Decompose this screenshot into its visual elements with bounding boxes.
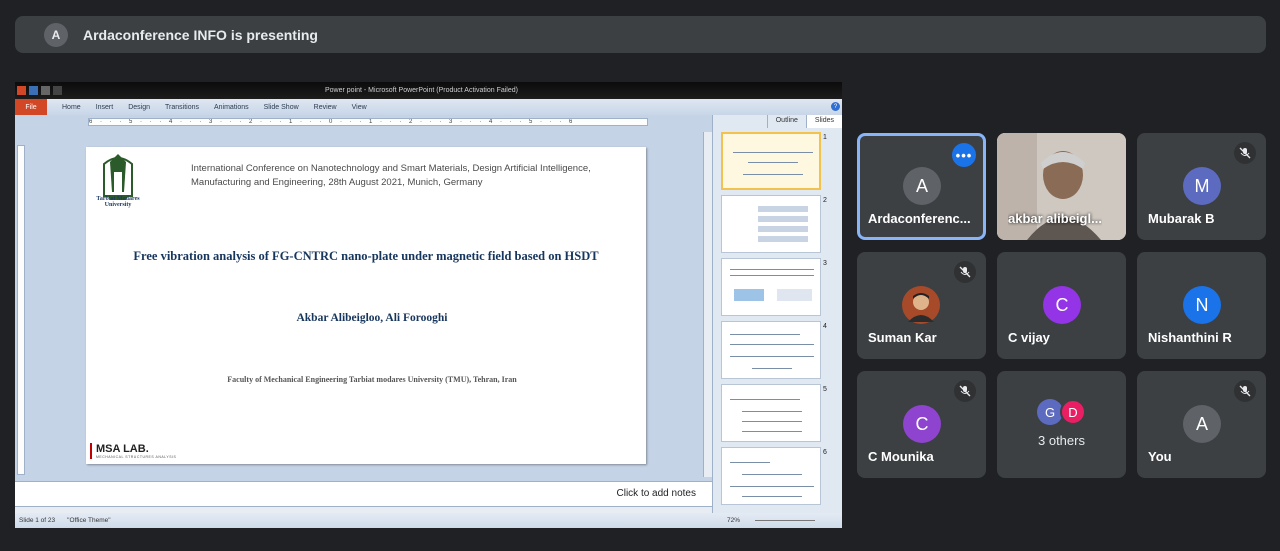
presenting-banner: A Ardaconference INFO is presenting <box>15 16 1266 53</box>
mic-off-icon <box>954 261 976 283</box>
horizontal-ruler: 6 · · · 5 · · · 4 · · · 3 · · · 2 · · · … <box>88 118 648 126</box>
ribbon-tab-design[interactable]: Design <box>128 104 150 111</box>
avatar: D <box>1060 399 1086 425</box>
slide-thumbnail-number: 2 <box>823 197 827 204</box>
help-icon[interactable]: ? <box>831 102 840 111</box>
current-slide[interactable]: Tarbiat Modares University International… <box>86 147 646 464</box>
participant-tile-you[interactable]: A You <box>1137 371 1266 478</box>
lab-name: MSA LAB. <box>96 443 149 455</box>
slide-thumbnail-number: 6 <box>823 449 827 456</box>
tab-outline[interactable]: Outline <box>766 115 806 128</box>
participant-name: Ardaconferenc... <box>868 211 971 226</box>
lab-subtitle: MECHANICAL STRUCTURES ANALYSIS <box>96 455 177 459</box>
participant-tile-mubarak[interactable]: M Mubarak B <box>1137 133 1266 240</box>
ppt-window-title: Power point - Microsoft PowerPoint (Prod… <box>325 87 518 94</box>
save-icon[interactable] <box>29 86 38 95</box>
status-slide-count: Slide 1 of 23 <box>19 517 56 524</box>
vertical-ruler <box>17 145 25 475</box>
participant-name: akbar alibeigl... <box>1008 211 1102 226</box>
participant-tile-cmounika[interactable]: C C Mounika <box>857 371 986 478</box>
slide-horizontal-scrollbar[interactable] <box>15 506 712 513</box>
participant-tile-others[interactable]: G D 3 others <box>997 371 1126 478</box>
participant-tile-suman[interactable]: Suman Kar <box>857 252 986 359</box>
presenting-text: Ardaconference INFO is presenting <box>83 26 318 43</box>
ppt-statusbar: Slide 1 of 23 "Office Theme" 72% <box>15 513 842 528</box>
participant-name: Mubarak B <box>1148 211 1215 226</box>
ribbon-tab-review[interactable]: Review <box>314 104 337 111</box>
participant-name: C vijay <box>1008 330 1050 345</box>
slide-thumbnail[interactable] <box>721 321 821 379</box>
participant-tile-akbar[interactable]: akbar alibeigl... <box>997 133 1126 240</box>
status-zoom[interactable]: 72% <box>727 517 740 524</box>
shared-screen-powerpoint: Power point - Microsoft PowerPoint (Prod… <box>15 82 842 528</box>
participant-name: You <box>1148 449 1172 464</box>
slide-affiliation: Faculty of Mechanical Engineering Tarbia… <box>227 375 517 384</box>
slide-authors: Akbar Alibeigloo, Ali Forooghi <box>296 312 448 324</box>
avatar: C <box>1043 286 1081 324</box>
ribbon-tab-animations[interactable]: Animations <box>214 104 249 111</box>
undo-icon[interactable] <box>41 86 50 95</box>
tab-slides[interactable]: Slides <box>805 115 842 128</box>
more-options-button[interactable]: ••• <box>952 143 976 167</box>
ppt-ribbon: File Home Insert Design Transitions Anim… <box>15 99 842 115</box>
powerpoint-app-icon <box>17 86 26 95</box>
slide-vertical-scrollbar[interactable] <box>703 132 712 477</box>
slide-thumbnail-number: 3 <box>823 260 827 267</box>
ribbon-tab-slide-show[interactable]: Slide Show <box>264 104 299 111</box>
notes-placeholder: Click to add notes <box>616 488 697 499</box>
slide-thumbnail[interactable] <box>721 132 821 190</box>
ribbon-tab-home[interactable]: Home <box>62 104 81 111</box>
participant-name: Suman Kar <box>868 330 937 345</box>
slide-thumbnail-number: 5 <box>823 386 827 393</box>
avatar: N <box>1183 286 1221 324</box>
participant-tile-cvijay[interactable]: C C vijay <box>997 252 1126 359</box>
ribbon-tab-file[interactable]: File <box>15 99 47 115</box>
slide-thumbnail-number: 1 <box>823 134 827 141</box>
slide-thumbnail[interactable] <box>721 447 821 505</box>
presenter-avatar: A <box>44 22 68 47</box>
mic-off-icon <box>1234 380 1256 402</box>
slide-thumbnail[interactable] <box>721 195 821 253</box>
participant-name: 3 others <box>1038 433 1085 448</box>
ribbon-tab-view[interactable]: View <box>352 104 367 111</box>
conference-heading: International Conference on Nanotechnolo… <box>191 163 591 188</box>
slide-title: Free vibration analysis of FG-CNTRC nano… <box>133 249 599 263</box>
participant-tile-nishanthini[interactable]: N Nishanthini R <box>1137 252 1266 359</box>
avatar <box>902 286 940 324</box>
slides-panel: Outline Slides 1 2 3 4 5 6 <box>712 115 842 513</box>
redo-icon[interactable] <box>53 86 62 95</box>
avatar: C <box>903 405 941 443</box>
slide-thumbnail[interactable] <box>721 258 821 316</box>
participant-name: C Mounika <box>868 449 934 464</box>
notes-pane[interactable]: Click to add notes <box>15 481 712 506</box>
slide-thumbnail-number: 4 <box>823 323 827 330</box>
ribbon-tab-transitions[interactable]: Transitions <box>165 104 199 111</box>
zoom-slider[interactable] <box>755 520 815 521</box>
mic-off-icon <box>1234 142 1256 164</box>
university-logo-text: Tarbiat Modares University <box>96 196 140 208</box>
participant-tile-ardaconference[interactable]: A ••• Ardaconferenc... <box>857 133 986 240</box>
ppt-workspace: 6 · · · 5 · · · 4 · · · 3 · · · 2 · · · … <box>15 115 842 522</box>
ribbon-tab-insert[interactable]: Insert <box>96 104 114 111</box>
status-theme: "Office Theme" <box>67 517 111 524</box>
avatar: A <box>903 167 941 205</box>
avatar: A <box>1183 405 1221 443</box>
avatar: M <box>1183 167 1221 205</box>
ppt-titlebar: Power point - Microsoft PowerPoint (Prod… <box>15 82 842 99</box>
slide-thumbnail[interactable] <box>721 384 821 442</box>
participant-name: Nishanthini R <box>1148 330 1232 345</box>
mic-off-icon <box>954 380 976 402</box>
